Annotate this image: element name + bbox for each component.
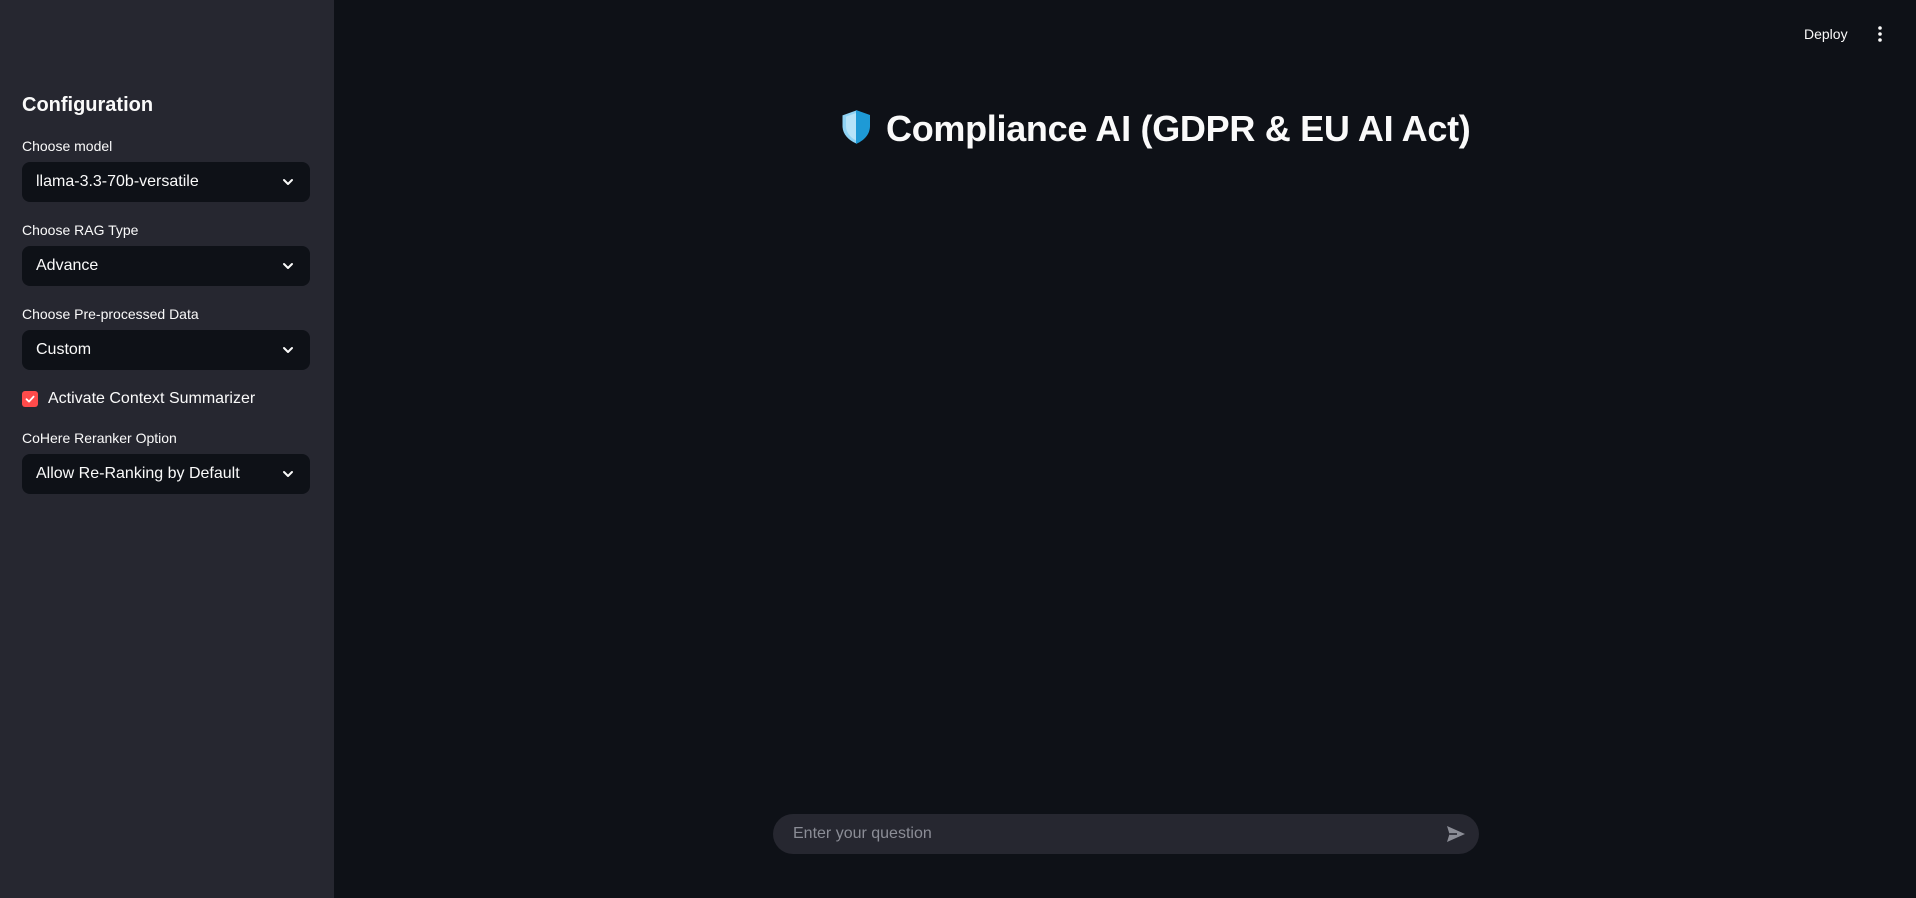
context-summarizer-label: Activate Context Summarizer [48,390,256,407]
preprocessed-label: Choose Pre-processed Data [22,306,199,322]
preprocessed-select[interactable]: Custom [22,330,310,370]
shield-icon [840,108,872,150]
chat-input[interactable] [791,813,1443,855]
deploy-button[interactable]: Deploy [1800,24,1852,44]
page-title-text: Compliance AI (GDPR & EU AI Act) [886,108,1471,149]
sidebar-title: Configuration [22,94,154,116]
model-select-value: llama-3.3-70b-versatile [36,173,199,190]
rag-type-select[interactable]: Advance [22,246,310,286]
rag-type-label: Choose RAG Type [22,222,139,238]
context-summarizer-checkbox[interactable]: Activate Context Summarizer [22,388,255,410]
rag-type-select-value: Advance [36,257,99,274]
page-title: Compliance AI (GDPR & EU AI Act) [840,108,1471,150]
reranker-label: CoHere Reranker Option [22,430,177,446]
app-root: Configuration Choose model llama-3.3-70b… [0,0,1916,898]
reranker-select-value: Allow Re-Ranking by Default [36,465,240,482]
model-select[interactable]: llama-3.3-70b-versatile [22,162,310,202]
preprocessed-select-value: Custom [36,341,92,358]
send-icon[interactable] [1443,821,1469,847]
chevron-down-icon [280,174,296,190]
sidebar: Configuration Choose model llama-3.3-70b… [0,0,334,898]
chat-input-container [773,813,1479,855]
checkbox-checked-icon[interactable] [22,391,38,407]
chevron-down-icon [280,466,296,482]
kebab-menu-icon[interactable] [1870,24,1890,44]
chevron-down-icon [280,342,296,358]
reranker-select[interactable]: Allow Re-Ranking by Default [22,454,310,494]
model-label: Choose model [22,138,113,154]
chevron-down-icon [280,258,296,274]
